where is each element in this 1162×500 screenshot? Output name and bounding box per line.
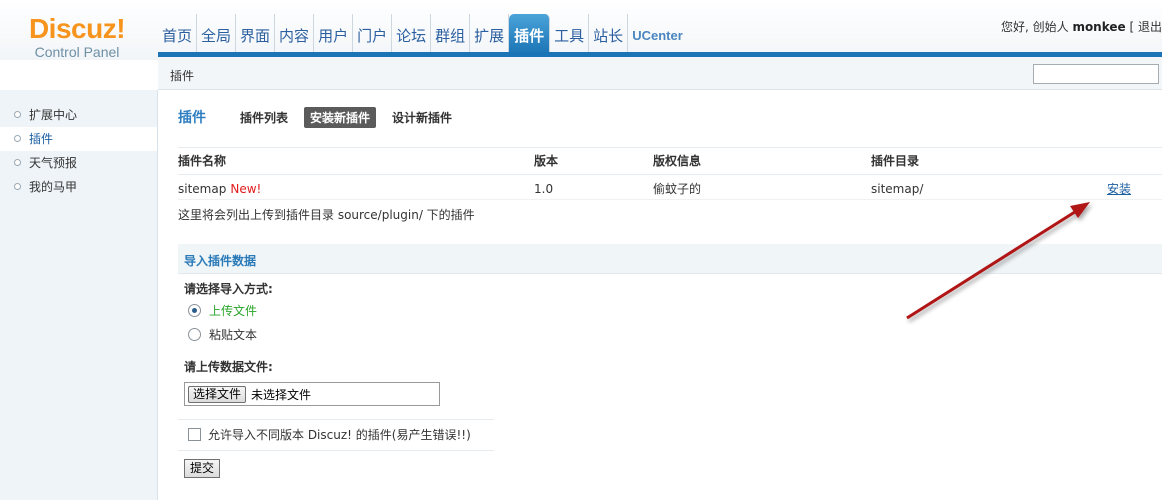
logout-link[interactable]: [ 退出 <box>1130 20 1162 34</box>
page-title: 插件 <box>178 110 206 126</box>
new-badge: New! <box>230 182 262 196</box>
bullet-icon <box>14 135 21 142</box>
top-nav: 首页 全局 界面 内容 用户 门户 论坛 群组 扩展 插件 工具 站长 UCen… <box>158 14 687 54</box>
radio-label: 粘贴文本 <box>209 327 258 342</box>
radio-paste-text[interactable]: 粘贴文本 <box>188 325 257 343</box>
allow-other-version-option[interactable]: 允许导入不同版本 Discuz! 的插件(易产生错误!!) <box>188 426 471 443</box>
discuz-logo[interactable]: Discuz! Control Panel <box>22 13 132 61</box>
nav-style[interactable]: 界面 <box>236 14 276 54</box>
nav-global[interactable]: 全局 <box>197 14 237 54</box>
sidebar-item-label: 扩展中心 <box>29 108 78 122</box>
tab-plugin-list[interactable]: 插件列表 <box>234 107 294 128</box>
username: monkee <box>1072 20 1126 34</box>
sidebar-item-weather[interactable]: 天气预报 <box>0 151 157 175</box>
search-input[interactable] <box>1033 64 1159 84</box>
import-section-header: 导入插件数据 <box>178 244 1162 274</box>
radio-button-checked[interactable] <box>188 303 201 317</box>
nav-forum[interactable]: 论坛 <box>392 14 432 54</box>
bullet-icon <box>14 111 21 118</box>
plugin-copyright: 偷蚊子的 <box>653 182 702 196</box>
nav-group[interactable]: 群组 <box>431 14 471 54</box>
radio-button[interactable] <box>188 327 201 341</box>
sub-header: 插件 <box>158 60 1162 90</box>
file-input[interactable]: 选择文件 未选择文件 <box>184 382 440 406</box>
radio-upload-file[interactable]: 上传文件 <box>188 301 257 319</box>
table-note: 这里将会列出上传到插件目录 source/plugin/ 下的插件 <box>178 208 475 222</box>
nav-founder[interactable]: 站长 <box>589 14 629 54</box>
sidebar-item-label: 我的马甲 <box>29 180 78 194</box>
breadcrumb: 插件 <box>170 69 195 83</box>
upload-file-label: 请上传数据文件: <box>184 360 273 374</box>
sidebar-item-my-vest[interactable]: 我的马甲 <box>0 175 157 199</box>
plugin-name-cell: sitemap New! <box>178 176 261 202</box>
user-info: 您好, 创始人 monkee [ 退出 <box>1001 18 1162 35</box>
nav-portal[interactable]: 门户 <box>353 14 393 54</box>
radio-label: 上传文件 <box>209 303 258 318</box>
nav-plugin[interactable]: 插件 <box>509 14 551 54</box>
plugin-name: sitemap <box>178 182 227 196</box>
arrow-head-icon <box>1070 202 1090 218</box>
divider <box>178 450 494 451</box>
import-method-label: 请选择导入方式: <box>184 282 273 296</box>
bullet-icon <box>14 183 21 190</box>
nav-ucenter[interactable]: UCenter <box>628 14 687 54</box>
install-link[interactable]: 安装 <box>1107 176 1131 202</box>
greeting-text: 您好, 创始人 <box>1000 20 1069 34</box>
plugin-tabs: 插件 插件列表 安装新插件 设计新插件 <box>178 106 468 128</box>
divider <box>178 419 494 420</box>
header: Discuz! Control Panel 首页 全局 界面 内容 用户 门户 … <box>0 0 1162 60</box>
choose-file-button[interactable]: 选择文件 <box>188 385 247 403</box>
nav-content[interactable]: 内容 <box>275 14 315 54</box>
plugin-version: 1.0 <box>534 182 554 196</box>
nav-home[interactable]: 首页 <box>158 14 198 54</box>
tab-install-new[interactable]: 安装新插件 <box>304 106 377 128</box>
logo-subtitle: Control Panel <box>34 44 120 60</box>
submit-button[interactable]: 提交 <box>184 459 220 478</box>
logo-text: Discuz! <box>28 13 126 44</box>
nav-users[interactable]: 用户 <box>314 14 354 54</box>
sidebar-item-plugins[interactable]: 插件 <box>0 127 157 151</box>
sidebar-item-extend-center[interactable]: 扩展中心 <box>0 103 157 127</box>
nav-tools[interactable]: 工具 <box>550 14 590 54</box>
nav-extend[interactable]: 扩展 <box>470 14 510 54</box>
sidebar-item-label: 插件 <box>29 132 54 146</box>
bullet-icon <box>14 159 21 166</box>
plugin-directory: sitemap/ <box>871 182 924 196</box>
file-status: 未选择文件 <box>251 387 312 402</box>
column-header-version: 版本 <box>534 154 559 168</box>
sidebar-item-label: 天气预报 <box>29 156 78 170</box>
column-header-name: 插件名称 <box>178 154 227 168</box>
column-header-copyright: 版权信息 <box>653 154 702 168</box>
allow-checkbox[interactable] <box>188 428 201 441</box>
table-row: sitemap New! 1.0 偷蚊子的 sitemap/ 安装 <box>178 176 1162 200</box>
tab-design-new[interactable]: 设计新插件 <box>386 107 458 128</box>
column-header-directory: 插件目录 <box>871 154 920 168</box>
table-header: 插件名称 版本 版权信息 插件目录 <box>178 147 1162 175</box>
nav-underline <box>158 52 1162 57</box>
sidebar: 扩展中心 插件 天气预报 我的马甲 <box>0 90 158 500</box>
checkbox-label: 允许导入不同版本 Discuz! 的插件(易产生错误!!) <box>208 428 471 442</box>
section-title: 导入插件数据 <box>184 254 257 268</box>
